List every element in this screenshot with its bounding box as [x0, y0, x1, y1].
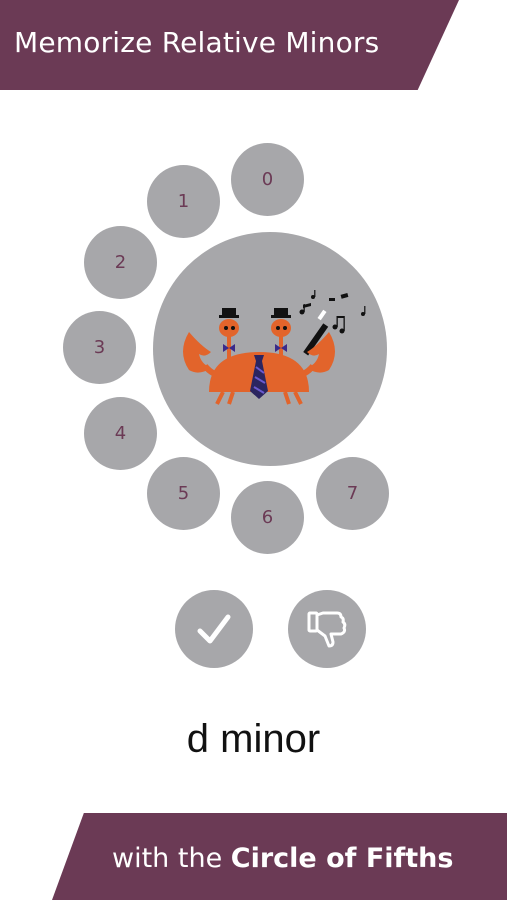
number-button-7[interactable]: 7 [316, 457, 389, 530]
thumbs-down-button[interactable] [288, 590, 366, 668]
footer-emphasis: Circle of Fifths [230, 843, 454, 874]
thumbs-down-icon [307, 611, 347, 648]
footer-text: with the Circle of Fifths [112, 843, 453, 874]
number-button-4[interactable]: 4 [84, 397, 157, 470]
number-button-0[interactable]: 0 [231, 143, 304, 216]
question-label: d minor [186, 717, 321, 761]
header-title: Memorize Relative Minors [14, 26, 380, 59]
correct-button[interactable] [175, 590, 253, 668]
number-button-5[interactable]: 5 [147, 457, 220, 530]
footer-prefix: with the [112, 843, 231, 874]
number-button-1[interactable]: 1 [147, 165, 220, 238]
header-banner: Memorize Relative Minors [0, 0, 459, 90]
center-circle [153, 232, 387, 466]
number-button-6[interactable]: 6 [231, 481, 304, 554]
checkmark-icon [197, 614, 231, 644]
footer-banner: with the Circle of Fifths [52, 813, 507, 900]
number-button-2[interactable]: 2 [84, 226, 157, 299]
number-button-3[interactable]: 3 [63, 311, 136, 384]
crab-conductor-icon [183, 290, 366, 405]
